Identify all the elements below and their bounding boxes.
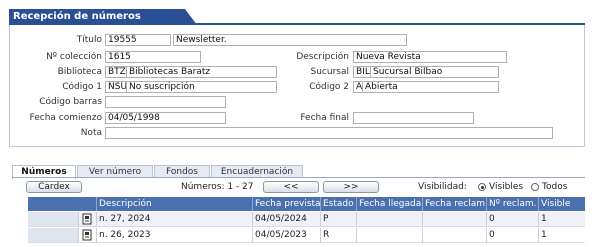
row-selector[interactable] <box>28 212 78 227</box>
descripcion-field[interactable]: Nueva Revista <box>353 51 507 63</box>
biblioteca-code-field[interactable]: BTZ <box>105 66 127 78</box>
col-fecha-reclam[interactable]: Fecha reclam. <box>422 197 486 211</box>
fecha-final-field[interactable] <box>353 112 474 124</box>
codigo1-code-field[interactable]: NSU <box>105 81 127 93</box>
table-row[interactable]: n. 26, 2023 04/05/2023 R 0 1 <box>28 228 585 243</box>
todos-radio[interactable] <box>531 183 539 191</box>
cell-descripcion: n. 27, 2024 <box>96 212 252 227</box>
cell-no-reclam: 0 <box>486 228 538 243</box>
visibles-radio[interactable] <box>478 183 486 191</box>
fecha-comienzo-label: Fecha comienzo <box>29 113 102 123</box>
todos-label: Todos <box>542 182 568 192</box>
cell-fecha-reclam <box>422 212 486 227</box>
sucursal-label: Sucursal <box>310 67 349 77</box>
codigo1-field[interactable]: No suscripción <box>126 81 277 93</box>
codigo2-label: Código 2 <box>309 82 349 92</box>
col-visible[interactable]: Visible <box>538 197 585 211</box>
cardex-button[interactable]: Cardex <box>26 181 82 193</box>
row-icon-cell[interactable] <box>78 212 96 227</box>
cell-visible: 1 <box>538 212 585 227</box>
table-header: Descripción Fecha prevista Estado Fecha … <box>28 197 585 211</box>
sucursal-code-field[interactable]: BIL <box>353 66 371 78</box>
no-coleccion-label: Nº colección <box>46 52 102 62</box>
cell-fecha-reclam <box>422 228 486 243</box>
codigo1-label: Código 1 <box>62 82 102 92</box>
nota-field[interactable] <box>105 127 553 139</box>
cell-estado: P <box>320 212 356 227</box>
visibilidad-label: Visibilidad: <box>418 182 467 192</box>
table-header-spacer <box>28 197 96 211</box>
cell-estado: R <box>320 228 356 243</box>
cell-fecha-prevista: 04/05/2024 <box>252 212 320 227</box>
fecha-final-label: Fecha final <box>300 113 349 123</box>
titulo-label: Título <box>76 35 102 45</box>
titulo-code-field[interactable]: 19555 <box>105 34 171 46</box>
nota-label: Nota <box>80 128 102 138</box>
row-selector[interactable] <box>28 228 78 243</box>
biblioteca-label: Biblioteca <box>57 67 102 77</box>
codigo-barras-field[interactable] <box>105 96 226 108</box>
cell-descripcion: n. 26, 2023 <box>96 228 252 243</box>
cell-fecha-prevista: 04/05/2023 <box>252 228 320 243</box>
codigo-barras-label: Código barras <box>39 97 102 107</box>
cell-fecha-llegada <box>356 228 422 243</box>
cell-visible: 1 <box>538 228 585 243</box>
col-descripcion[interactable]: Descripción <box>96 197 252 211</box>
col-estado[interactable]: Estado <box>320 197 356 211</box>
cell-no-reclam: 0 <box>486 212 538 227</box>
row-icon-cell[interactable] <box>78 228 96 243</box>
sucursal-field[interactable]: Sucursal Bilbao <box>370 66 499 78</box>
codigo2-field[interactable]: Abierta <box>362 81 499 93</box>
no-coleccion-field[interactable]: 1615 <box>105 51 201 63</box>
prev-page-button[interactable]: << <box>263 181 319 193</box>
document-icon[interactable] <box>82 229 93 241</box>
col-no-reclam[interactable]: Nº reclam. <box>486 197 538 211</box>
document-icon[interactable] <box>82 213 93 225</box>
titulo-field[interactable]: Newsletter. <box>173 34 407 46</box>
col-fecha-llegada[interactable]: Fecha llegada <box>356 197 422 211</box>
fecha-comienzo-field[interactable]: 04/05/1998 <box>105 112 226 124</box>
biblioteca-field[interactable]: Bibliotecas Baratz <box>126 66 277 78</box>
descripcion-label: Descripción <box>296 52 349 62</box>
visibles-label: Visibles <box>489 182 524 192</box>
tabs-divider <box>12 177 585 178</box>
col-fecha-prevista[interactable]: Fecha prevista <box>252 197 320 211</box>
next-page-button[interactable]: >> <box>323 181 379 193</box>
numeros-range: Números: 1 - 27 <box>181 182 254 192</box>
table-row[interactable]: n. 27, 2024 04/05/2024 P 0 1 <box>28 212 585 227</box>
cell-fecha-llegada <box>356 212 422 227</box>
